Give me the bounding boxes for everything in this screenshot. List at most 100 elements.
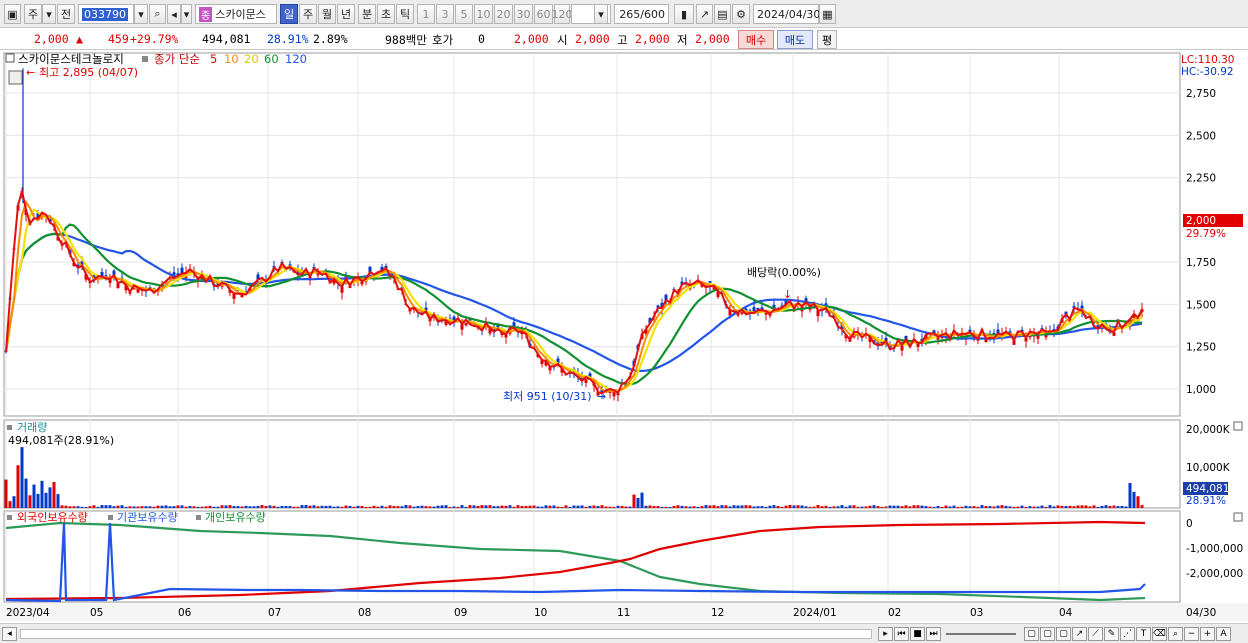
price-panel[interactable] xyxy=(3,52,1181,417)
eraser-icon[interactable]: ⌫ xyxy=(1152,627,1167,641)
volume-bar xyxy=(908,506,912,508)
font-size-icon[interactable]: A xyxy=(1216,627,1231,641)
volume-bar xyxy=(112,506,116,508)
stock-name-field[interactable]: 종 스카이문스 xyxy=(195,4,277,24)
market-dropdown-icon[interactable]: ▾ xyxy=(42,4,56,24)
holdings-toggle-icon[interactable] xyxy=(7,515,12,520)
interval-30[interactable]: 30 xyxy=(514,4,533,24)
stock-code-input[interactable]: 033790 xyxy=(78,4,134,24)
volume-panel[interactable] xyxy=(3,419,1181,509)
period-year[interactable]: 년 xyxy=(337,4,355,24)
save-icon[interactable]: ▤ xyxy=(714,4,731,24)
volume-bar xyxy=(340,506,344,508)
period-month[interactable]: 월 xyxy=(318,4,336,24)
open-label: 시 xyxy=(557,33,568,47)
indicator-icon[interactable]: ↗ xyxy=(696,4,713,24)
window-icon[interactable]: ▣ xyxy=(4,4,21,24)
average-button[interactable]: 평 xyxy=(817,30,837,49)
volume-panel-close-icon[interactable] xyxy=(1233,421,1243,431)
stop-icon[interactable]: ■ xyxy=(910,627,925,641)
buy-button[interactable]: 매수 xyxy=(738,30,774,49)
interval-120[interactable]: 120 xyxy=(552,4,573,24)
volume-bar xyxy=(304,505,308,508)
volume-bar xyxy=(880,506,884,508)
first-page-icon[interactable]: ⏮ xyxy=(894,627,909,641)
volume-bar xyxy=(1072,506,1076,508)
chart-menu-icon[interactable] xyxy=(8,70,23,85)
search-icon[interactable]: ⌕ xyxy=(149,4,166,24)
scroll-left-icon[interactable]: ◂ xyxy=(2,627,17,641)
scroll-right-icon[interactable]: ▸ xyxy=(878,627,893,641)
zoom-slider[interactable] xyxy=(946,633,1016,635)
period-second[interactable]: 초 xyxy=(377,4,395,24)
interval-1[interactable]: 1 xyxy=(417,4,435,24)
volume-bar xyxy=(440,505,444,508)
data-count-field[interactable]: 265/600 xyxy=(614,4,669,24)
draw-tool-icon[interactable]: ✎ xyxy=(1104,627,1119,641)
ma-toggle-icon[interactable] xyxy=(142,56,148,62)
prev-button[interactable]: 전 xyxy=(57,4,75,24)
tool-2-icon[interactable]: ▢ xyxy=(1040,627,1055,641)
sell-button[interactable]: 매도 xyxy=(777,30,813,49)
stock-chart[interactable]: 스카이문스테크놀로지 종가 단순 5 10 20 60 120 ← 최고 2,8… xyxy=(0,51,1248,621)
code-dropdown-icon[interactable]: ▾ xyxy=(134,4,148,24)
volume-toggle-icon[interactable] xyxy=(7,425,12,430)
time-tick: 2023/04 xyxy=(6,607,50,619)
legend-institution-toggle-icon[interactable] xyxy=(108,515,113,520)
volume-bar xyxy=(872,505,876,508)
last-page-icon[interactable]: ⏭ xyxy=(926,627,941,641)
period-minute[interactable]: 분 xyxy=(358,4,376,24)
low-price: 2,000 xyxy=(695,32,730,46)
time-tick: 09 xyxy=(454,607,467,619)
zoom-out-icon[interactable]: − xyxy=(1184,627,1199,641)
magnifier-icon[interactable]: ⌕ xyxy=(1168,627,1183,641)
volume-bar xyxy=(1016,506,1020,508)
volume-bar xyxy=(540,506,544,508)
candle-type-icon[interactable]: ▮ xyxy=(674,4,694,24)
time-tick: 02 xyxy=(888,607,901,619)
volume-bar xyxy=(108,505,112,508)
tool-1-icon[interactable]: ▢ xyxy=(1024,627,1039,641)
speaker-icon[interactable]: ◂ xyxy=(167,4,181,24)
zoom-in-icon[interactable]: + xyxy=(1200,627,1215,641)
volume-bar xyxy=(308,505,312,508)
volume-bar xyxy=(1088,506,1092,508)
settings-icon[interactable]: ⚙ xyxy=(732,4,750,24)
ma-10-label: 10 xyxy=(224,52,239,66)
volume-bar xyxy=(608,506,612,508)
text-tool-icon[interactable]: T xyxy=(1136,627,1151,641)
volume-bar xyxy=(4,479,8,508)
legend-individual-toggle-icon[interactable] xyxy=(196,515,201,520)
trend-tool-icon[interactable]: ⟋ xyxy=(1088,627,1103,641)
custom-interval-dropdown-icon[interactable]: ▾ xyxy=(594,4,608,24)
interval-5[interactable]: 5 xyxy=(455,4,473,24)
interval-60[interactable]: 60 xyxy=(534,4,553,24)
horizontal-scrollbar[interactable] xyxy=(20,629,872,639)
holdings-panel-close-icon[interactable] xyxy=(1233,512,1243,522)
price-change: 459 xyxy=(108,32,129,46)
volume-bar xyxy=(744,505,748,508)
volume-bar xyxy=(48,487,52,508)
fibo-tool-icon[interactable]: ⋰ xyxy=(1120,627,1135,641)
market-select[interactable]: 주 xyxy=(24,4,42,24)
period-week[interactable]: 주 xyxy=(299,4,317,24)
period-day[interactable]: 일 xyxy=(280,4,298,24)
interval-20[interactable]: 20 xyxy=(494,4,513,24)
date-input[interactable]: 2024/04/30 xyxy=(753,4,820,24)
period-tick[interactable]: 틱 xyxy=(396,4,414,24)
interval-10[interactable]: 10 xyxy=(474,4,493,24)
volume-bar xyxy=(428,506,432,508)
line-tool-icon[interactable]: ↗ xyxy=(1072,627,1087,641)
tool-3-icon[interactable]: ▢ xyxy=(1056,627,1071,641)
interval-3[interactable]: 3 xyxy=(436,4,454,24)
open-price: 2,000 xyxy=(575,32,610,46)
chart-area[interactable]: 스카이문스테크놀로지 종가 단순 5 10 20 60 120 ← 최고 2,8… xyxy=(0,51,1248,621)
volume-bar xyxy=(196,506,200,508)
volume-bar xyxy=(396,506,400,508)
volume-bar xyxy=(208,505,212,508)
volume-bar xyxy=(524,505,528,508)
volume-bar xyxy=(812,506,816,508)
volume-bar xyxy=(36,493,40,508)
calendar-icon[interactable]: ▦ xyxy=(819,4,836,24)
speaker-dropdown-icon[interactable]: ▾ xyxy=(181,4,192,24)
